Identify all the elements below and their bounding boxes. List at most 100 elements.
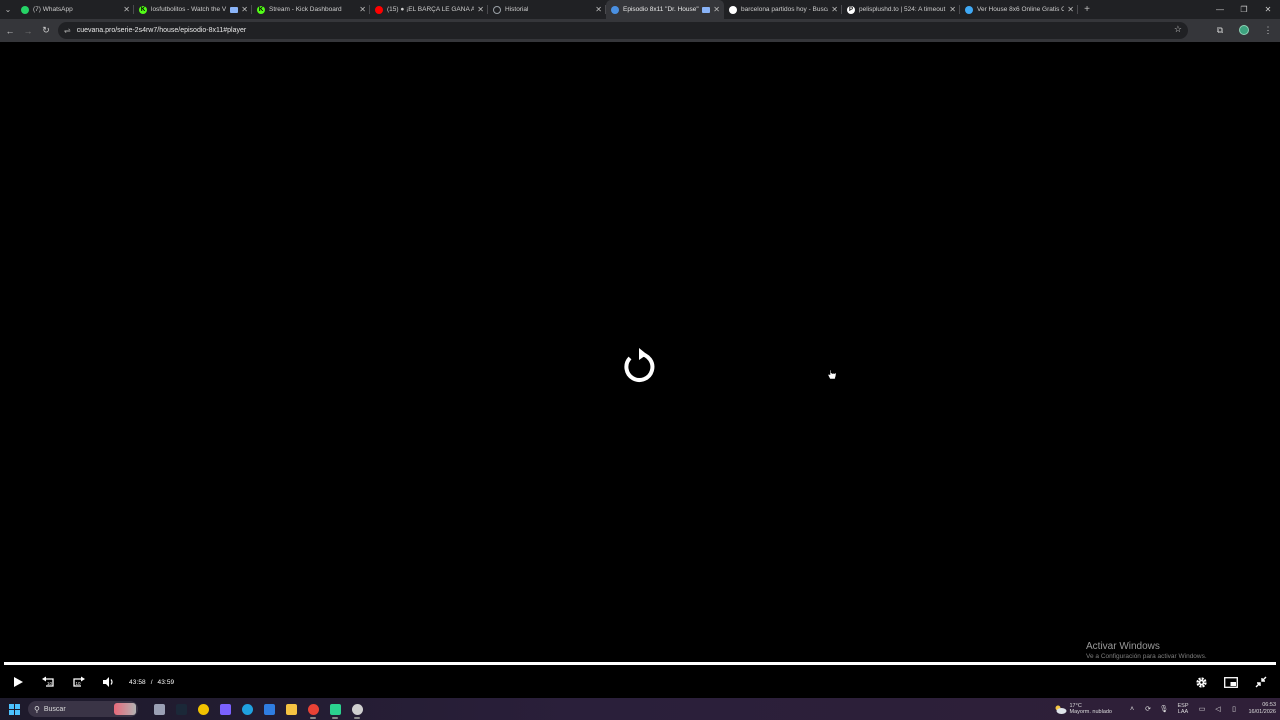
- extensions-icon[interactable]: ⧉: [1208, 25, 1232, 36]
- fullscreen-button[interactable]: [1246, 670, 1276, 694]
- browser-tab[interactable]: Historial ✕: [488, 0, 606, 19]
- address-bar-row: ← → ↻ ⇌ cuevana.pro/serie-2s4rw7/house/e…: [0, 19, 1280, 42]
- taskbar-app-obs[interactable]: [346, 698, 368, 720]
- play-icon: [14, 677, 23, 687]
- forward-10-icon: 10: [72, 676, 85, 687]
- speaker-icon[interactable]: ◁: [1210, 705, 1226, 713]
- player-controls: 10 10 43:58 / 43:59: [0, 670, 1280, 694]
- video-player[interactable]: Activar Windows Ve a Configuración para …: [0, 42, 1280, 698]
- time-display: 43:58 / 43:59: [129, 679, 174, 686]
- taskbar-app-file-manager[interactable]: [148, 698, 170, 720]
- browser-tab[interactable]: K Stream - Kick Dashboard ✕: [252, 0, 370, 19]
- tab-title: losfutbolitos - Watch the V: [151, 6, 227, 13]
- browser-tab[interactable]: barcelona partidos hoy - Busca ✕: [724, 0, 842, 19]
- close-tab-icon[interactable]: ✕: [241, 5, 248, 14]
- toolbar-right: ⧉ ⋮: [1208, 19, 1280, 42]
- windows-logo-icon: [8, 703, 20, 715]
- close-tab-icon[interactable]: ✕: [123, 5, 130, 14]
- player-controls-right: [1186, 670, 1276, 694]
- site-info-icon[interactable]: ⇌: [64, 26, 71, 35]
- clock-time: 06:53: [1262, 702, 1276, 708]
- screen-share-icon: [702, 6, 711, 13]
- history-icon: [493, 5, 501, 14]
- pip-button[interactable]: [1216, 670, 1246, 694]
- back-icon[interactable]: ←: [1, 22, 19, 40]
- network-icon[interactable]: ▭: [1194, 705, 1210, 713]
- search-placeholder: Buscar: [43, 705, 66, 713]
- chrome-icon: [307, 703, 319, 715]
- minimize-icon[interactable]: —: [1208, 0, 1232, 19]
- restore-icon[interactable]: ❐: [1232, 0, 1256, 19]
- url-text[interactable]: cuevana.pro/serie-2s4rw7/house/episodio-…: [77, 27, 247, 34]
- browser-tab[interactable]: Episodio 8x11 "Dr. House" ✕: [606, 0, 724, 19]
- settings-button[interactable]: [1186, 670, 1216, 694]
- bookmark-star-icon[interactable]: ☆: [1174, 24, 1182, 35]
- whatsapp-icon: [21, 5, 29, 14]
- obs-icon: [351, 703, 363, 715]
- watermark-title: Activar Windows: [1086, 641, 1160, 652]
- browser-tab[interactable]: (15) ● ¡EL BARÇA LE GANA A ✕: [370, 0, 488, 19]
- rewind-button[interactable]: 10: [33, 670, 63, 694]
- close-window-icon[interactable]: ✕: [1256, 0, 1280, 19]
- taskbar-app-store[interactable]: [258, 698, 280, 720]
- omnibox[interactable]: ⇌ cuevana.pro/serie-2s4rw7/house/episodi…: [58, 22, 1188, 39]
- picture-in-picture-icon: [1224, 676, 1238, 688]
- language-indicator[interactable]: ESP LAA: [1172, 703, 1194, 716]
- tab-title: barcelona partidos hoy - Busca: [741, 6, 829, 13]
- current-time: 43:58: [129, 678, 146, 686]
- close-tab-icon[interactable]: ✕: [359, 5, 366, 14]
- taskbar-app-explorer[interactable]: [280, 698, 302, 720]
- clock[interactable]: 06:53 16/01/2026: [1242, 702, 1276, 716]
- profile-icon: [1239, 24, 1249, 35]
- reload-icon[interactable]: ↻: [37, 22, 55, 40]
- close-tab-icon[interactable]: ✕: [713, 5, 720, 14]
- tab-title: Stream - Kick Dashboard: [269, 6, 342, 13]
- volume-button[interactable]: [93, 670, 123, 694]
- close-tab-icon[interactable]: ✕: [949, 5, 956, 14]
- taskbar-app-norton[interactable]: [192, 698, 214, 720]
- browser-menu-icon[interactable]: ⋮: [1256, 25, 1280, 36]
- profile-avatar[interactable]: [1232, 24, 1256, 37]
- show-hidden-icons-chevron-icon[interactable]: ˄: [1124, 706, 1140, 713]
- window-controls: — ❐ ✕: [1208, 0, 1280, 19]
- taskbar-app-copilot[interactable]: [214, 698, 236, 720]
- edge-icon: [241, 703, 253, 715]
- browser-tab[interactable]: (7) WhatsApp ✕: [16, 0, 134, 19]
- close-tab-icon[interactable]: ✕: [595, 5, 602, 14]
- play-button[interactable]: [3, 670, 33, 694]
- close-tab-icon[interactable]: ✕: [831, 5, 838, 14]
- weather-desc: Mayorm. nublado: [1069, 709, 1113, 715]
- tab-list: (7) WhatsApp ✕ Klosfutbolitos - Watch the …: [16, 0, 1078, 19]
- weather-widget[interactable]: 17°C Mayorm. nublado: [1054, 703, 1113, 716]
- replay-icon[interactable]: [620, 348, 658, 388]
- youtube-icon: [375, 5, 383, 14]
- tab-strip: ⌄ (7) WhatsApp ✕ Klosfutbolitos - Watch th…: [0, 0, 1280, 19]
- start-button[interactable]: [3, 698, 25, 720]
- search-icon: ⚲: [34, 704, 40, 714]
- taskbar-search[interactable]: ⚲ Buscar: [28, 701, 138, 717]
- rewind-10-icon: 10: [41, 676, 54, 687]
- browser-tab[interactable]: Ppelisplushd.to | 524: A timeout ✕: [842, 0, 960, 19]
- pelisplus-icon: P: [847, 5, 855, 14]
- gear-icon: [1195, 676, 1207, 688]
- browser-tab[interactable]: Klosfutbolitos - Watch the V ✕: [134, 0, 252, 19]
- sync-icon[interactable]: ⟳: [1140, 705, 1156, 713]
- battery-icon[interactable]: ▯: [1226, 705, 1242, 713]
- taskbar-app-steam[interactable]: [170, 698, 192, 720]
- close-tab-icon[interactable]: ✕: [477, 5, 484, 14]
- microphone-icon[interactable]: 🎙: [1156, 705, 1172, 713]
- forward-icon[interactable]: →: [19, 22, 37, 40]
- new-tab-button[interactable]: +: [1080, 4, 1094, 15]
- taskbar-app-edge[interactable]: [236, 698, 258, 720]
- tab-search-icon[interactable]: ⌄: [0, 0, 16, 19]
- taskbar-app-app-green[interactable]: [324, 698, 346, 720]
- tab-separator: [1077, 5, 1078, 14]
- taskbar-app-chrome[interactable]: [302, 698, 324, 720]
- browser-tab[interactable]: Ver House 8x6 Online Gratis Cu ✕: [960, 0, 1078, 19]
- progress-bar[interactable]: [4, 662, 1276, 665]
- close-tab-icon[interactable]: ✕: [1067, 5, 1074, 14]
- search-highlight-image: [114, 703, 136, 715]
- duration: 43:59: [157, 678, 175, 686]
- steam-icon: [175, 703, 187, 715]
- forward-button[interactable]: 10: [63, 670, 93, 694]
